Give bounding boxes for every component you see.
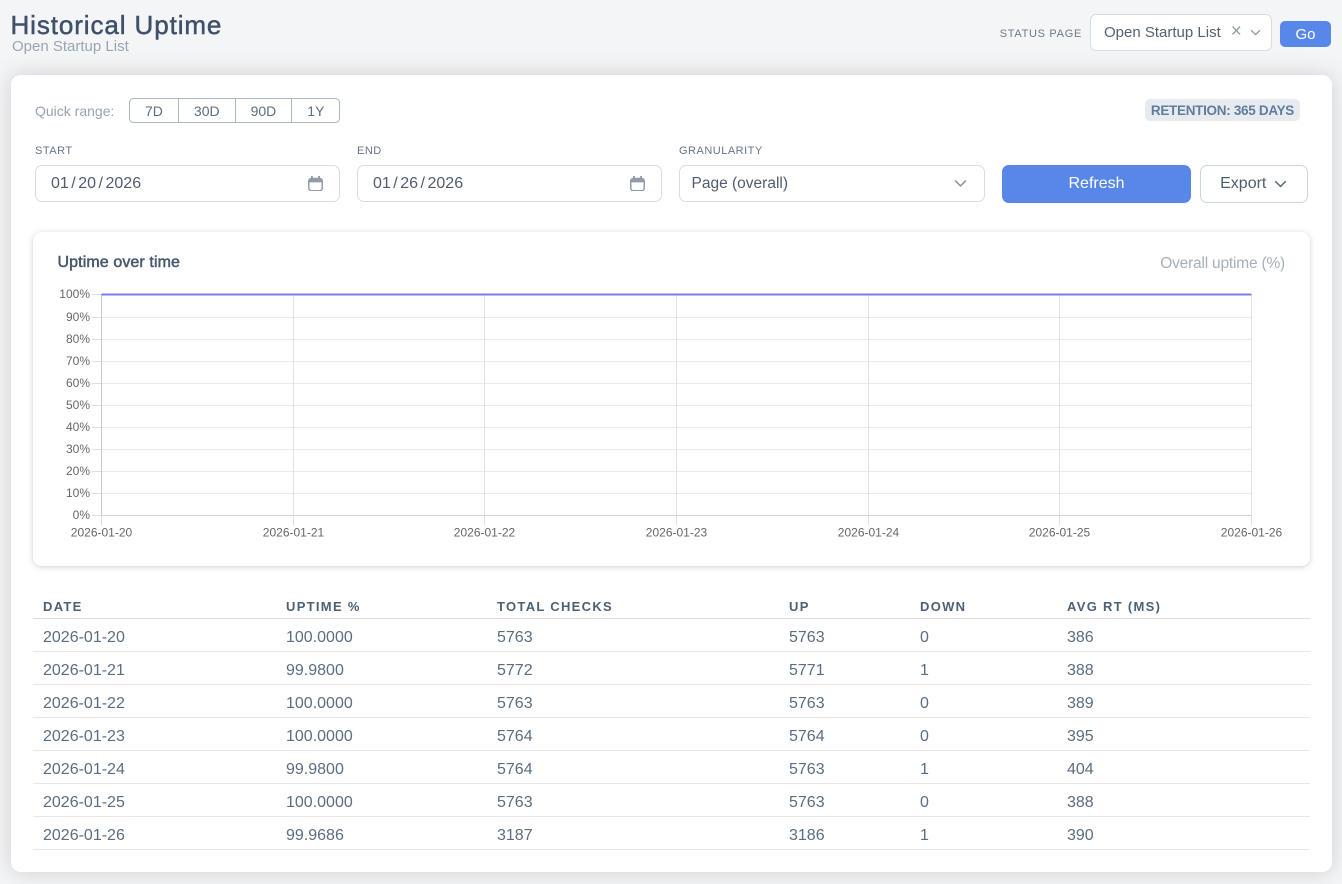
svg-text:100%: 100% — [59, 287, 90, 301]
svg-text:50%: 50% — [66, 398, 90, 412]
svg-text:2026-01-23: 2026-01-23 — [646, 525, 708, 539]
svg-text:10%: 10% — [66, 486, 90, 500]
svg-text:0%: 0% — [73, 508, 91, 522]
svg-text:60%: 60% — [66, 376, 90, 390]
svg-text:2026-01-22: 2026-01-22 — [454, 525, 516, 539]
svg-text:30%: 30% — [66, 442, 90, 456]
svg-text:90%: 90% — [66, 310, 90, 324]
svg-text:2026-01-20: 2026-01-20 — [71, 525, 133, 539]
svg-text:70%: 70% — [66, 354, 90, 368]
svg-text:2026-01-25: 2026-01-25 — [1029, 525, 1091, 539]
svg-text:80%: 80% — [66, 332, 90, 346]
svg-text:2026-01-24: 2026-01-24 — [838, 525, 900, 539]
svg-text:40%: 40% — [66, 420, 90, 434]
svg-text:20%: 20% — [66, 464, 90, 478]
svg-text:2026-01-21: 2026-01-21 — [263, 525, 325, 539]
svg-text:2026-01-26: 2026-01-26 — [1221, 525, 1283, 539]
